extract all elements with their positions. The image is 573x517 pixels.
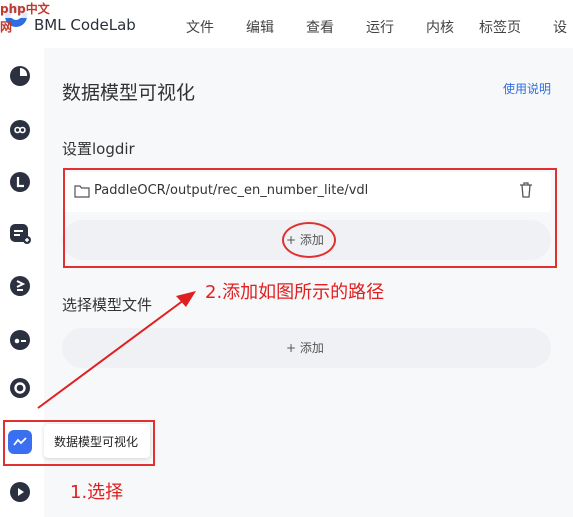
annotation-arrow [37, 291, 196, 409]
annotation-step1: 1.选择 [70, 482, 124, 503]
annotation-step2: 2.添加如图所示的路径 [205, 282, 385, 303]
